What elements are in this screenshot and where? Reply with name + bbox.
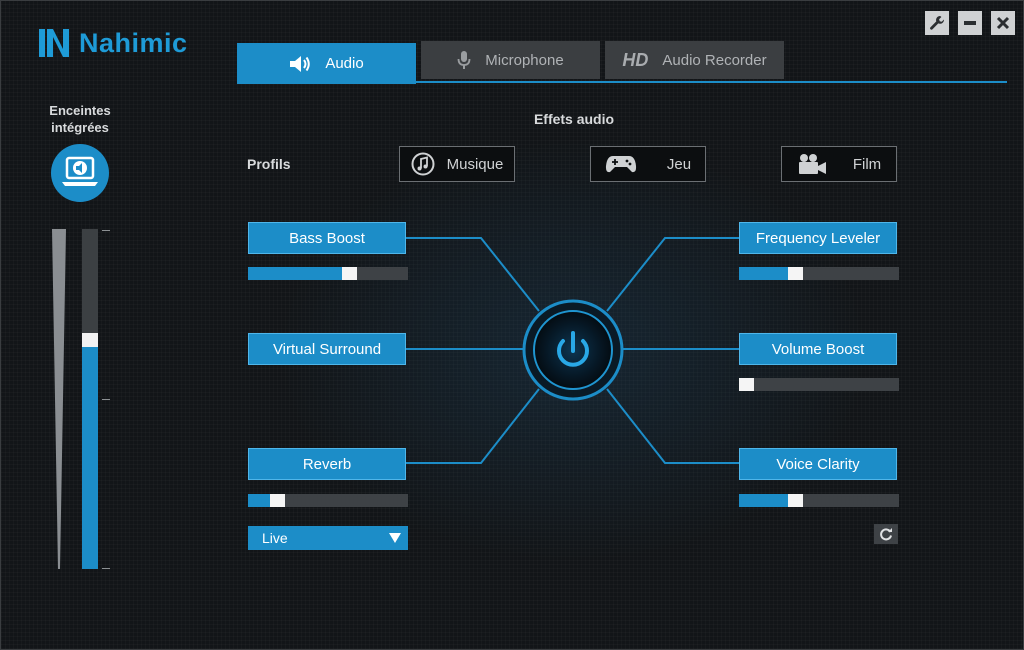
device-button[interactable]	[51, 144, 109, 202]
reverb-button[interactable]: Reverb	[248, 448, 406, 480]
wrench-icon	[930, 16, 945, 30]
laptop-speaker-icon	[62, 156, 98, 186]
tab-audio-recorder-label: Audio Recorder	[662, 51, 767, 69]
minimize-icon	[964, 21, 976, 25]
effect-connector-lines	[186, 237, 956, 464]
slider-thumb[interactable]	[739, 378, 754, 391]
volume-tick-mid	[102, 399, 110, 400]
frequency-leveler-label: Frequency Leveler	[755, 229, 881, 247]
profile-jeu-label: Jeu	[666, 155, 692, 173]
profile-film-button[interactable]: Film	[781, 146, 897, 182]
volume-boost-button[interactable]: Volume Boost	[739, 333, 897, 365]
device-label-line1: Enceintes	[49, 103, 111, 118]
nahimic-logo-icon	[39, 29, 69, 57]
volume-slider-fill	[82, 340, 98, 569]
gamepad-icon	[605, 156, 636, 173]
effects-header: Effets audio	[533, 111, 615, 127]
tab-microphone[interactable]: Microphone	[421, 41, 600, 79]
volume-boost-slider[interactable]	[739, 378, 899, 391]
power-button[interactable]	[522, 299, 624, 401]
slider-thumb[interactable]	[270, 494, 285, 507]
slider-thumb[interactable]	[342, 267, 357, 280]
virtual-surround-button[interactable]: Virtual Surround	[248, 333, 406, 365]
tab-underline	[237, 81, 1007, 83]
tab-audio-label: Audio	[325, 55, 364, 72]
volume-boost-label: Volume Boost	[771, 340, 865, 358]
device-label: Enceintes intégrées	[39, 102, 121, 136]
microphone-icon	[457, 51, 471, 69]
reverb-label: Reverb	[302, 455, 352, 473]
close-icon	[996, 16, 1010, 30]
minimize-button[interactable]	[958, 11, 982, 35]
refresh-icon	[880, 528, 892, 541]
frequency-leveler-slider[interactable]	[739, 267, 899, 280]
volume-tick-bottom	[102, 568, 110, 569]
voice-clarity-label: Voice Clarity	[776, 455, 860, 473]
volume-slider-thumb[interactable]	[82, 333, 98, 347]
settings-button[interactable]	[925, 11, 949, 35]
close-button[interactable]	[991, 11, 1015, 35]
volume-slider[interactable]	[82, 229, 98, 569]
bass-boost-slider[interactable]	[248, 267, 408, 280]
reverb-slider[interactable]	[248, 494, 408, 507]
volume-wedge-indicator	[52, 229, 66, 569]
profiles-label: Profils	[247, 156, 291, 172]
profile-jeu-button[interactable]: Jeu	[590, 146, 706, 182]
speaker-icon	[290, 55, 311, 72]
volume-tick-top	[102, 230, 110, 231]
device-label-line2: intégrées	[51, 120, 109, 135]
nahimic-window: Nahimic Audio Microphone HD Audio Record…	[0, 0, 1024, 650]
profile-musique-button[interactable]: Musique	[399, 146, 515, 182]
dropdown-arrow-icon	[389, 533, 401, 543]
tab-microphone-label: Microphone	[485, 51, 564, 69]
music-note-icon	[411, 152, 435, 176]
reverb-preset-select[interactable]: Live	[248, 526, 408, 550]
profile-film-label: Film	[852, 155, 882, 173]
profile-musique-label: Musique	[446, 155, 504, 173]
nahimic-logo: Nahimic	[37, 27, 188, 59]
slider-fill	[248, 267, 350, 280]
slider-thumb[interactable]	[788, 494, 803, 507]
bass-boost-label: Bass Boost	[289, 229, 365, 247]
reset-button[interactable]	[874, 524, 898, 544]
slider-thumb[interactable]	[788, 267, 803, 280]
tab-audio-recorder[interactable]: HD Audio Recorder	[605, 41, 784, 79]
hd-label: HD	[622, 49, 649, 70]
virtual-surround-label: Virtual Surround	[272, 340, 382, 358]
voice-clarity-slider[interactable]	[739, 494, 899, 507]
video-camera-icon	[798, 154, 826, 174]
tab-audio[interactable]: Audio	[237, 43, 416, 84]
voice-clarity-button[interactable]: Voice Clarity	[739, 448, 897, 480]
bass-boost-button[interactable]: Bass Boost	[248, 222, 406, 254]
brand-name: Nahimic	[79, 27, 188, 58]
frequency-leveler-button[interactable]: Frequency Leveler	[739, 222, 897, 254]
reverb-preset-value: Live	[262, 530, 288, 546]
